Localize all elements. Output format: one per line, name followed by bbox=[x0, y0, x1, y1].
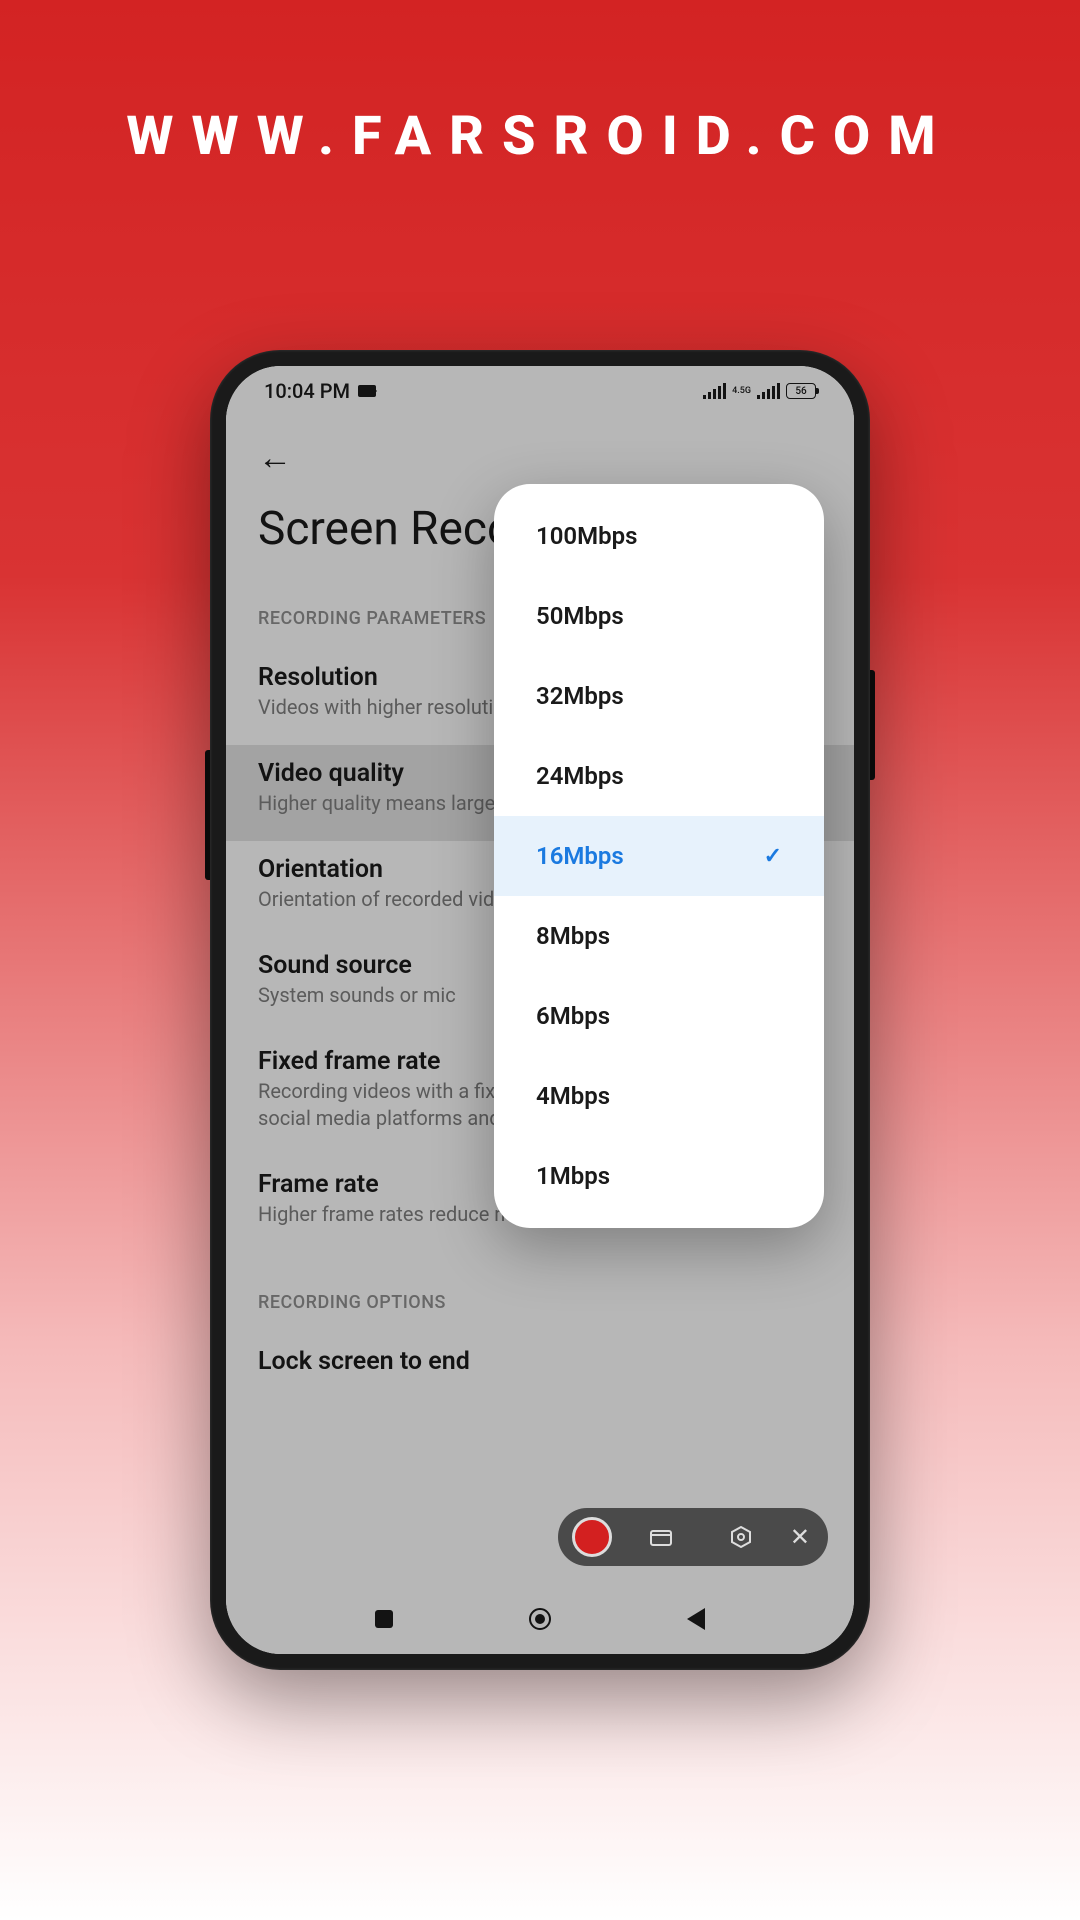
dropdown-option-label: 6Mbps bbox=[536, 1002, 610, 1030]
dropdown-option-32mbps[interactable]: 32Mbps bbox=[494, 656, 824, 736]
signal-icon-2 bbox=[757, 383, 780, 399]
dropdown-option-label: 32Mbps bbox=[536, 682, 624, 710]
dropdown-option-24mbps[interactable]: 24Mbps bbox=[494, 736, 824, 816]
phone-frame: 10:04 PM 4.5G 56 ← Screen Recorder RECOR… bbox=[210, 350, 870, 1670]
dropdown-option-label: 8Mbps bbox=[536, 922, 610, 950]
nav-recents-button[interactable] bbox=[371, 1606, 397, 1632]
dropdown-option-4mbps[interactable]: 4Mbps bbox=[494, 1056, 824, 1136]
dropdown-option-16mbps[interactable]: 16Mbps ✓ bbox=[494, 816, 824, 896]
setting-lock-screen-title: Lock screen to end bbox=[258, 1347, 822, 1378]
dropdown-option-label: 50Mbps bbox=[536, 602, 624, 630]
dropdown-option-6mbps[interactable]: 6Mbps bbox=[494, 976, 824, 1056]
dropdown-option-label: 24Mbps bbox=[536, 762, 624, 790]
record-button[interactable] bbox=[572, 1517, 612, 1557]
recording-indicator-icon bbox=[358, 385, 376, 397]
status-bar: 10:04 PM 4.5G 56 bbox=[226, 366, 854, 416]
battery-text: 56 bbox=[795, 386, 806, 397]
phone-volume-button bbox=[205, 750, 210, 880]
phone-power-button bbox=[870, 670, 875, 780]
status-time: 10:04 PM bbox=[264, 379, 350, 403]
recorder-floating-toolbar[interactable]: ✕ bbox=[558, 1508, 828, 1566]
android-nav-bar bbox=[226, 1584, 854, 1654]
dropdown-option-1mbps[interactable]: 1Mbps bbox=[494, 1136, 824, 1216]
check-icon: ✓ bbox=[764, 844, 782, 869]
settings-icon[interactable] bbox=[710, 1526, 772, 1548]
dropdown-option-label: 16Mbps bbox=[536, 842, 624, 870]
battery-icon: 56 bbox=[786, 383, 816, 399]
video-quality-dropdown: 100Mbps 50Mbps 32Mbps 24Mbps 16Mbps ✓ 8Mbps 6Mb… bbox=[494, 484, 824, 1228]
dropdown-option-label: 100Mbps bbox=[536, 522, 637, 550]
dropdown-option-label: 4Mbps bbox=[536, 1082, 610, 1110]
folder-icon[interactable] bbox=[630, 1528, 692, 1546]
dropdown-option-8mbps[interactable]: 8Mbps bbox=[494, 896, 824, 976]
network-label: 4.5G bbox=[732, 387, 751, 396]
dropdown-option-label: 1Mbps bbox=[536, 1162, 610, 1190]
signal-icon bbox=[703, 383, 726, 399]
dropdown-option-100mbps[interactable]: 100Mbps bbox=[494, 496, 824, 576]
setting-lock-screen[interactable]: Lock screen to end bbox=[258, 1333, 822, 1402]
nav-back-button[interactable] bbox=[683, 1606, 709, 1632]
section-recording-options: RECORDING OPTIONS bbox=[258, 1252, 822, 1333]
close-toolbar-button[interactable]: ✕ bbox=[790, 1523, 814, 1551]
watermark-text: WWW.FARSROID.COM bbox=[0, 105, 1080, 168]
phone-screen: 10:04 PM 4.5G 56 ← Screen Recorder RECOR… bbox=[226, 366, 854, 1654]
nav-home-button[interactable] bbox=[527, 1606, 553, 1632]
dropdown-option-50mbps[interactable]: 50Mbps bbox=[494, 576, 824, 656]
